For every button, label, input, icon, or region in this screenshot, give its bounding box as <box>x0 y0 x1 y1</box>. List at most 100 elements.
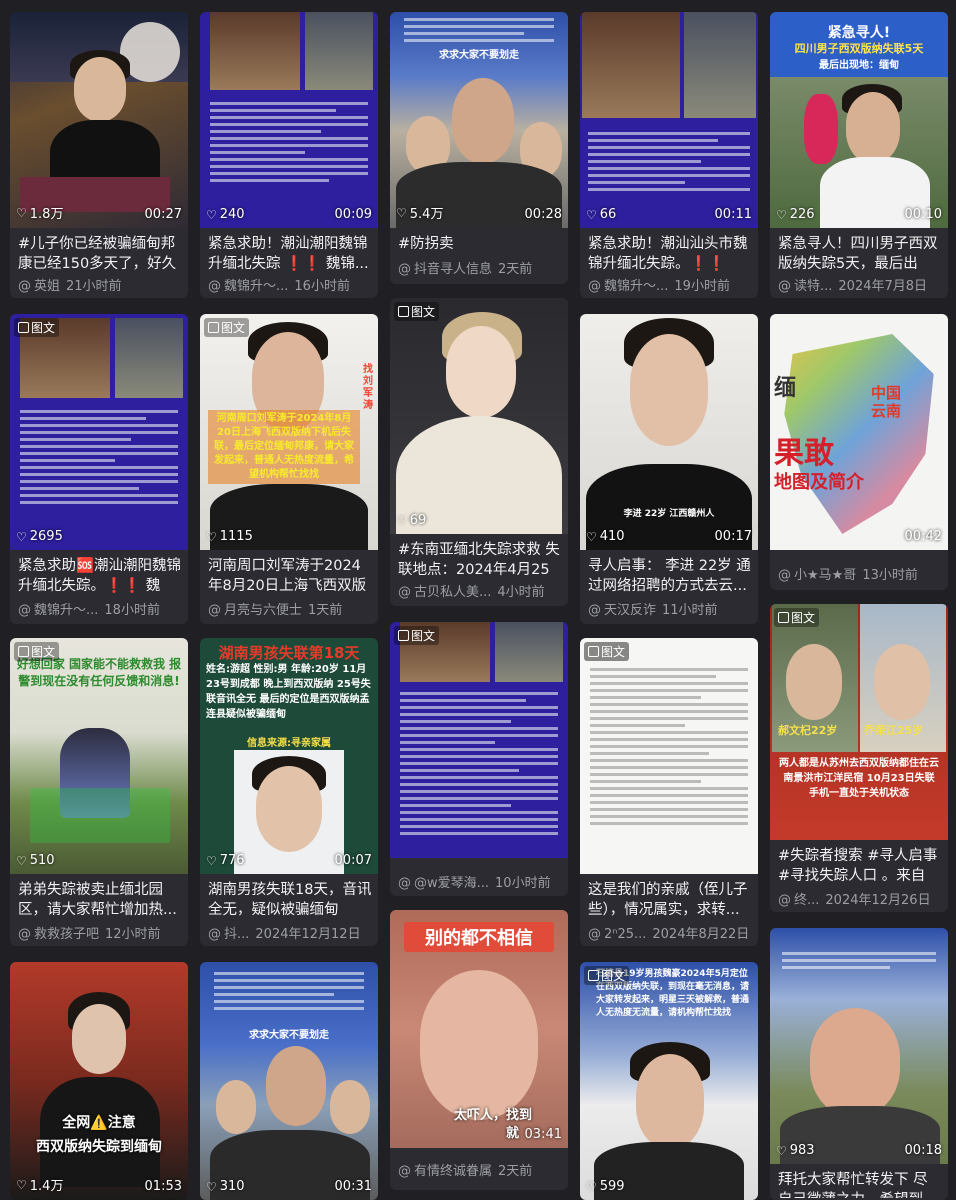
author-name[interactable]: 古贝私人美... <box>414 585 491 600</box>
thumbnail[interactable]: 紧急寻人! 四川男子西双版纳失联5天 最后出现地：缅甸 ♡ 226 00:10 <box>770 12 948 228</box>
video-title[interactable]: #失踪者搜索 #寻人启事 #寻找失踪人口 。来自一... <box>778 846 942 886</box>
video-card[interactable]: 求求大家不要划走 ♡ 5.4万 00:28 #防拐卖 @ 抖音寻人信息 2天前 <box>390 12 568 284</box>
overlay-text: 湖南男孩失联第18天 <box>218 644 360 662</box>
video-meta: @ 读特... 2024年7月8日 <box>778 275 942 294</box>
video-meta: @ 魏锦升～... 16小时前 <box>208 275 372 294</box>
video-meta: @ 英姐 21小时前 <box>18 275 182 294</box>
like-count: ♡ 1.8万 <box>16 205 64 223</box>
heart-icon: ♡ <box>16 205 27 220</box>
thumbnail[interactable]: 全网⚠️注意 西双版纳失踪到缅甸 ♡ 1.4万 01:53 <box>10 962 188 1200</box>
video-card[interactable]: ♡983 00:18 拜托大家帮忙转发下 尽自己微薄之力，希望到家... <box>770 928 948 1200</box>
video-card[interactable]: 全网⚠️注意 西双版纳失踪到缅甸 ♡ 1.4万 01:53 <box>10 962 188 1200</box>
video-card[interactable]: 郝文杞22岁 乔荣江25岁 两人都是从苏州去西双版纳都住在云南景洪市江洋民宿 1… <box>770 604 948 912</box>
thumbnail[interactable]: 图文 <box>580 638 758 874</box>
thumbnail[interactable]: 别的都不相信 太吓人，找到 就 03:41 <box>390 910 568 1148</box>
post-time: 11小时前 <box>662 603 718 618</box>
author-name[interactable]: 有情终诚眷属 <box>414 1164 492 1179</box>
thumbnail[interactable]: 图文 <box>390 622 568 858</box>
overlay-text: 别的都不相信 <box>404 922 554 952</box>
video-card[interactable]: 别的都不相信 太吓人，找到 就 03:41 @ 有情终诚眷属 2天前 <box>390 910 568 1190</box>
video-title[interactable]: 紧急求助🆘潮汕潮阳魏锦升缅北失踪。❗❗ 魏锦... <box>18 556 182 596</box>
video-title[interactable]: 拜托大家帮忙转发下 尽自己微薄之力，希望到家... <box>778 1170 942 1198</box>
overlay-text: 四川男子西双版纳失联5天 <box>794 42 924 55</box>
heart-icon: ♡ <box>206 1179 217 1194</box>
video-card[interactable]: 李进 22岁 江西赣州人 ♡ 410 00:17 寻人启事： 李进 22岁 通过网… <box>580 314 758 624</box>
heart-icon: ♡ <box>206 207 217 222</box>
thumbnail[interactable]: 石榜县19岁男孩魏豪2024年5月定位在西双版纳失联，到现在毫无消息，请大家转发… <box>580 962 758 1200</box>
person-face <box>786 644 842 720</box>
video-meta: @ 古贝私人美... 4小时前 <box>398 581 562 600</box>
video-meta: @ 抖... 2024年12月12日 <box>208 923 372 942</box>
video-card[interactable]: 紧急寻人! 四川男子西双版纳失联5天 最后出现地：缅甸 ♡ 226 00:10 紧… <box>770 12 948 298</box>
author-name[interactable]: 读特... <box>794 279 832 294</box>
video-card[interactable]: ♡66 00:11 紧急求助！潮汕汕头市魏锦升缅北失踪。❗❗ 魏... @魏锦升… <box>580 12 758 298</box>
author-name[interactable]: @w爱琴海... <box>414 876 489 891</box>
video-duration: 00:07 <box>334 853 372 868</box>
video-card[interactable]: 河南周口刘军涛于2024年8月20日上海飞西双版纳下机后失联，最后定位缅甸邦康，… <box>200 314 378 624</box>
thumbnail[interactable]: 缅 中国云南 果敢 地图及简介 00:42 <box>770 314 948 550</box>
video-card[interactable]: 好想回家 国家能不能救救我 报警到现在没有任何反馈和消息! 图文 ♡ 510 弟弟… <box>10 638 188 946</box>
video-card[interactable]: ♡ 240 00:09 紧急求助！潮汕潮阳魏锦升缅北失踪 ❗❗ 魏锦... @ 魏锦… <box>200 12 378 298</box>
video-card[interactable]: 求求大家不要划走 ♡ 310 00:31 <box>200 962 378 1200</box>
author-name[interactable]: 月亮与六便士 <box>224 603 302 618</box>
thumbnail[interactable]: ♡ 66 00:11 <box>580 12 758 228</box>
like-count: ♡ 2695 <box>16 529 63 544</box>
author-name[interactable]: 救救孩子吧 <box>34 927 99 942</box>
video-title[interactable]: 这是我们的亲戚（侄儿子些），情况属实，求转... <box>588 880 752 920</box>
video-title[interactable]: 湖南男孩失联18天，音讯全无，疑似被骗缅甸 #d... <box>208 880 372 920</box>
at-icon: @ <box>208 279 221 294</box>
video-card[interactable]: 图文 ♡69 #东南亚缅北失踪求救 失联地点：2024年4月25日... @古贝… <box>390 298 568 606</box>
blur-mask <box>804 94 838 164</box>
author-name[interactable]: 小★马★哥 <box>794 568 856 583</box>
overlay-text: 就 <box>506 1126 520 1141</box>
author-name[interactable]: 抖... <box>224 927 249 942</box>
video-title[interactable]: #防拐卖 <box>398 234 562 254</box>
heart-icon: ♡ <box>396 513 407 528</box>
video-title[interactable]: 河南周口刘军涛于2024年8月20日上海飞西双版纳... <box>208 556 372 596</box>
thumbnail[interactable]: ♡ 1.8万 00:27 <box>10 12 188 228</box>
thumbnail[interactable]: 图文 ♡ 2695 <box>10 314 188 550</box>
video-card[interactable]: ♡1.8万 00:27 #儿子你已经被骗缅甸邦康已经150多天了，好久没... … <box>10 12 188 298</box>
author-name[interactable]: 抖音寻人信息 <box>414 262 492 277</box>
author-name[interactable]: 终... <box>794 893 819 908</box>
overlay-text: 果敢 <box>774 436 834 471</box>
post-time: 4小时前 <box>497 585 545 600</box>
video-title[interactable]: 弟弟失踪被卖止缅北园区，请大家帮忙增加热... <box>18 880 182 920</box>
thumbnail[interactable]: 图文 ♡ 69 <box>390 298 568 534</box>
author-name[interactable]: 魏锦升～... <box>224 279 288 294</box>
thumbnail[interactable]: 李进 22岁 江西赣州人 ♡ 410 00:17 <box>580 314 758 550</box>
video-card[interactable]: 图文 ♡2695 紧急求助🆘潮汕潮阳魏锦升缅北失踪。❗❗ 魏锦... @魏锦升～… <box>10 314 188 624</box>
thumbnail[interactable]: 湖南男孩失联第18天 姓名:游超 性别:男 年龄:20岁 11月23号到成都 晚… <box>200 638 378 874</box>
video-card[interactable]: 图文 这是我们的亲戚（侄儿子些），情况属实，求转... @2ⁿ25... 2024… <box>580 638 758 946</box>
overlay-text: 全网⚠️注意 <box>62 1115 136 1131</box>
thumbnail[interactable]: ♡ 240 00:09 <box>200 12 378 228</box>
at-icon: @ <box>778 568 791 583</box>
author-name[interactable]: 2ⁿ25... <box>604 927 646 942</box>
thumbnail[interactable]: ♡ 983 00:18 <box>770 928 948 1164</box>
video-title[interactable]: #东南亚缅北失踪求救 失联地点：2024年4月25日... <box>398 540 562 580</box>
video-card[interactable]: 湖南男孩失联第18天 姓名:游超 性别:男 年龄:20岁 11月23号到成都 晚… <box>200 638 378 946</box>
video-duration: 01:53 <box>144 1179 182 1194</box>
author-name[interactable]: 魏锦升～... <box>34 603 98 618</box>
video-meta: @ 抖音寻人信息 2天前 <box>398 258 562 277</box>
like-count: ♡ 776 <box>206 853 245 868</box>
author-name[interactable]: 魏锦升～... <box>604 279 668 294</box>
image-icon <box>18 646 29 657</box>
video-title[interactable]: 寻人启事： 李进 22岁 通过网络招聘的方式去云... <box>588 556 752 596</box>
thumbnail[interactable]: 求求大家不要划走 ♡ 310 00:31 <box>200 962 378 1200</box>
author-name[interactable]: 英姐 <box>34 279 60 294</box>
thumbnail[interactable]: 求求大家不要划走 ♡ 5.4万 00:28 <box>390 12 568 228</box>
video-title[interactable]: 紧急求助！潮汕汕头市魏锦升缅北失踪。❗❗ 魏... <box>588 234 752 274</box>
video-title[interactable]: #儿子你已经被骗缅甸邦康已经150多天了，好久没... <box>18 234 182 274</box>
video-card[interactable]: 石榜县19岁男孩魏豪2024年5月定位在西双版纳失联，到现在毫无消息，请大家转发… <box>580 962 758 1200</box>
author-name[interactable]: 天汉反诈 <box>604 603 656 618</box>
thumbnail[interactable]: 河南周口刘军涛于2024年8月20日上海飞西双版纳下机后失联，最后定位缅甸邦康，… <box>200 314 378 550</box>
video-title[interactable]: 紧急寻人！四川男子西双版纳失踪5天，最后出现... <box>778 234 942 274</box>
heart-icon: ♡ <box>586 207 597 222</box>
thumbnail[interactable]: 郝文杞22岁 乔荣江25岁 两人都是从苏州去西双版纳都住在云南景洪市江洋民宿 1… <box>770 604 948 840</box>
video-card[interactable]: 图文 @ @w爱琴海... 10小时前 <box>390 622 568 896</box>
thumbnail[interactable]: 好想回家 国家能不能救救我 报警到现在没有任何反馈和消息! 图文 ♡ 510 <box>10 638 188 874</box>
video-title[interactable]: 紧急求助！潮汕潮阳魏锦升缅北失踪 ❗❗ 魏锦... <box>208 234 372 274</box>
video-card[interactable]: 缅 中国云南 果敢 地图及简介 00:42 @ 小★马★哥 13小时前 <box>770 314 948 590</box>
heart-icon: ♡ <box>16 853 27 868</box>
